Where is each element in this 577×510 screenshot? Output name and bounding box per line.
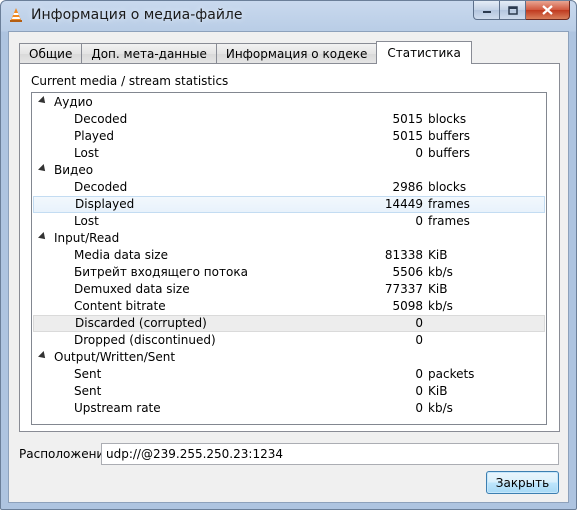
stat-unit: KiB [428,248,448,262]
tree-row[interactable]: Decoded 2986 blocks [33,179,545,196]
tree-row-hover[interactable]: Discarded (corrupted) 0 [33,315,545,332]
stat-value: 0 [415,384,423,398]
stat-name: Discarded (corrupted) [75,316,207,330]
stat-name: Upstream rate [74,401,161,415]
stat-unit: frames [428,214,470,228]
stat-value: 0 [415,146,423,160]
tree-group-output[interactable]: Output/Written/Sent [33,349,545,366]
stat-unit: blocks [428,180,467,194]
tree-row[interactable]: Lost 0 frames [33,213,545,230]
stat-value: 5098 [392,299,423,313]
stat-value: 2986 [392,180,423,194]
stat-name: Dropped (discontinued) [74,333,216,347]
tree-group-video[interactable]: Видео [33,162,545,179]
group-label: Видео [54,163,94,177]
stat-unit: buffers [428,129,471,143]
tab-codec-info[interactable]: Информация о кодеке [215,43,377,64]
expand-arrow-icon[interactable] [38,96,48,106]
expand-arrow-icon[interactable] [38,164,48,174]
stat-unit: kb/s [428,299,453,313]
caption-buttons [473,1,570,21]
tree-row[interactable]: Sent 0 packets [33,366,545,383]
tree-row[interactable]: Media data size 81338 KiB [33,247,545,264]
title-bar[interactable]: Информация о медиа-файле [1,1,576,31]
tree-group-audio[interactable]: Аудио [33,94,545,111]
stat-value: 0 [415,333,423,347]
stat-name: Decoded [74,112,128,126]
tree-row[interactable]: Битрейт входящего потока 5506 kb/s [33,264,545,281]
tab-metadata[interactable]: Доп. мета-данные [81,43,216,64]
tree-row[interactable]: Lost 0 buffers [33,145,545,162]
stat-name: Sent [74,384,102,398]
stat-name: Lost [74,146,99,160]
tab-general[interactable]: Общие [19,43,82,64]
tree-row[interactable]: Sent 0 KiB [33,383,545,400]
stat-unit: frames [428,197,470,211]
stat-value: 5015 [392,129,423,143]
stat-name: Displayed [75,197,135,211]
close-button[interactable]: Закрыть [486,471,559,494]
statistics-tree[interactable]: Аудио Decoded 5015 blocks Played 5015 bu… [31,92,547,425]
stat-value: 0 [415,401,423,415]
stat-value: 5506 [392,265,423,279]
statistics-caption: Current media / stream statistics [31,74,229,88]
stat-unit: blocks [428,112,467,126]
stat-value: 14449 [384,197,423,211]
tree-row[interactable]: Content bitrate 5098 kb/s [33,298,545,315]
maximize-button[interactable] [500,1,526,20]
tree-group-input[interactable]: Input/Read [33,230,545,247]
tree-row-selected[interactable]: Displayed 14449 frames [33,196,545,213]
close-icon [542,5,553,15]
tree-row[interactable]: Upstream rate 0 kb/s [33,400,545,417]
stat-name: Played [74,129,115,143]
tree-row[interactable]: Played 5015 buffers [33,128,545,145]
stat-value: 77337 [384,282,423,296]
window-title: Информация о медиа-файле [31,7,243,23]
minimize-button[interactable] [473,1,500,20]
expand-arrow-icon[interactable] [38,232,48,242]
stat-name: Content bitrate [74,299,166,313]
tree-row[interactable]: Decoded 5015 blocks [33,111,545,128]
group-label: Input/Read [54,231,120,245]
dialog-body: Общие Доп. мета-данные Информация о коде… [8,31,569,503]
stat-name: Media data size [74,248,168,262]
tree-row[interactable]: Demuxed data size 77337 KiB [33,281,545,298]
stat-value: 5015 [392,112,423,126]
stat-unit: kb/s [428,401,453,415]
maximize-icon [507,5,518,15]
stat-name: Decoded [74,180,128,194]
tab-bar: Общие Доп. мета-данные Информация о коде… [19,41,472,64]
tab-statistics[interactable]: Статистика [376,41,472,64]
minimize-icon [482,11,491,13]
statistics-panel: Current media / stream statistics Аудио … [19,63,560,432]
stat-unit: KiB [428,282,448,296]
stat-name: Lost [74,214,99,228]
expand-arrow-icon[interactable] [38,351,48,361]
close-window-button[interactable] [526,1,570,20]
stat-unit: kb/s [428,265,453,279]
stat-value: 0 [415,316,423,330]
stat-name: Demuxed data size [74,282,190,296]
stat-value: 0 [415,214,423,228]
tree-row[interactable]: Dropped (discontinued) 0 [33,332,545,349]
stat-unit: buffers [428,146,471,160]
stat-value: 0 [415,367,423,381]
stat-name: Sent [74,367,102,381]
stat-value: 81338 [384,248,423,262]
stat-unit: packets [428,367,475,381]
location-input[interactable] [101,443,559,465]
group-label: Аудио [54,95,93,109]
stat-name: Битрейт входящего потока [74,265,248,279]
media-info-window: Информация о медиа-файле Общие Доп. мета… [0,0,577,510]
vlc-cone-icon [10,8,22,22]
group-label: Output/Written/Sent [54,350,176,364]
stat-unit: KiB [428,384,448,398]
